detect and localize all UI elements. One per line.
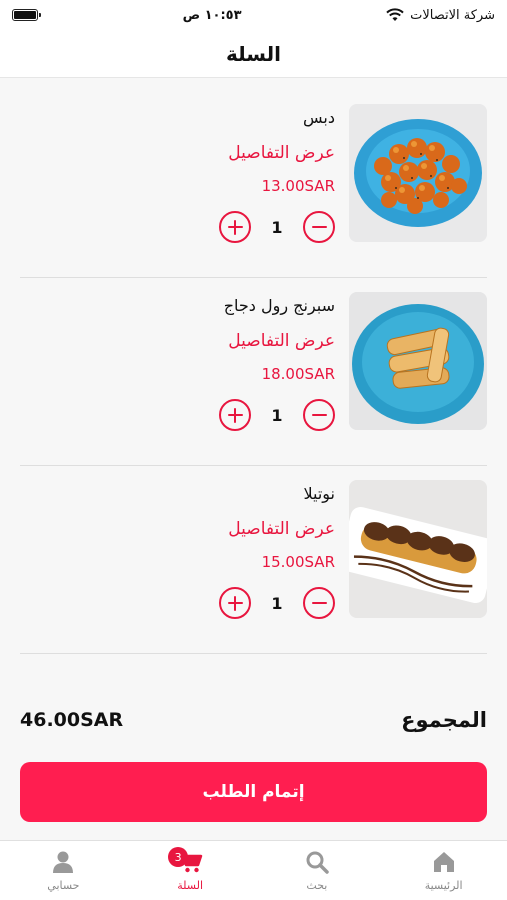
details-link[interactable]: عرض التفاصيل (155, 138, 335, 168)
details-link[interactable]: عرض التفاصيل (155, 326, 335, 356)
item-info: نوتيلا عرض التفاصيل 15.00SAR (155, 480, 335, 576)
product-image[interactable] (349, 104, 487, 242)
tab-label: بحث (306, 879, 328, 892)
increase-button[interactable] (219, 211, 251, 243)
tab-label: حسابي (47, 879, 80, 892)
quantity-value: 1 (271, 217, 283, 237)
tab-account[interactable]: حسابي (0, 841, 127, 900)
status-bar: ١٠:٥٣ ص شركة الاتصالات (0, 0, 507, 30)
item-info: دبس عرض التفاصيل 13.00SAR (155, 104, 335, 200)
decrease-button[interactable] (303, 399, 335, 431)
home-icon (433, 852, 454, 872)
quantity-value: 1 (271, 593, 283, 613)
carrier-group: شركة الاتصالات (386, 8, 495, 23)
tab-label: السلة (177, 879, 204, 892)
search-icon (306, 851, 329, 874)
details-link[interactable]: عرض التفاصيل (155, 514, 335, 544)
quantity-stepper: 1 (219, 586, 335, 620)
page-title: السلة (225, 41, 281, 66)
total-row: المجموع 46.00SAR (20, 700, 487, 740)
increase-button[interactable] (219, 399, 251, 431)
total-value: 46.00SAR (20, 709, 124, 731)
quantity-stepper: 1 (219, 398, 335, 432)
item-name: دبس (303, 108, 335, 127)
cart-item: نوتيلا عرض التفاصيل 15.00SAR 1 (20, 466, 487, 654)
item-info: سبرنج رول دجاج عرض التفاصيل 18.00SAR (155, 292, 335, 388)
item-price: 13.00SAR (261, 177, 335, 195)
tab-bar: الرئيسية بحث 3 السلة حسابي (0, 840, 507, 900)
nav-bar: السلة (0, 30, 507, 78)
decrease-button[interactable] (303, 211, 335, 243)
cart-count-badge: 3 (168, 847, 189, 867)
carrier-name: شركة الاتصالات (410, 7, 495, 23)
checkout-button[interactable]: إتمام الطلب (20, 762, 487, 822)
user-icon (53, 851, 74, 873)
cart-item: دبس عرض التفاصيل 13.00SAR 1 (20, 90, 487, 278)
tab-search[interactable]: بحث (254, 841, 381, 900)
battery-icon (12, 9, 41, 21)
cart-item: سبرنج رول دجاج عرض التفاصيل 18.00SAR 1 (20, 278, 487, 466)
status-time: ١٠:٥٣ ص (182, 7, 242, 23)
wifi-icon (386, 8, 404, 21)
product-image[interactable] (349, 480, 487, 618)
tab-cart[interactable]: 3 السلة (127, 841, 254, 900)
quantity-value: 1 (271, 405, 283, 425)
product-image[interactable] (349, 292, 487, 430)
item-name: نوتيلا (303, 484, 335, 503)
total-label: المجموع (401, 708, 487, 732)
tab-home[interactable]: الرئيسية (380, 841, 507, 900)
item-price: 15.00SAR (261, 553, 335, 571)
decrease-button[interactable] (303, 587, 335, 619)
quantity-stepper: 1 (219, 210, 335, 244)
item-price: 18.00SAR (261, 365, 335, 383)
tab-label: الرئيسية (424, 879, 463, 892)
increase-button[interactable] (219, 587, 251, 619)
cart-list: دبس عرض التفاصيل 13.00SAR 1 سبرنج رول دج… (20, 90, 487, 654)
item-name: سبرنج رول دجاج (223, 296, 335, 315)
